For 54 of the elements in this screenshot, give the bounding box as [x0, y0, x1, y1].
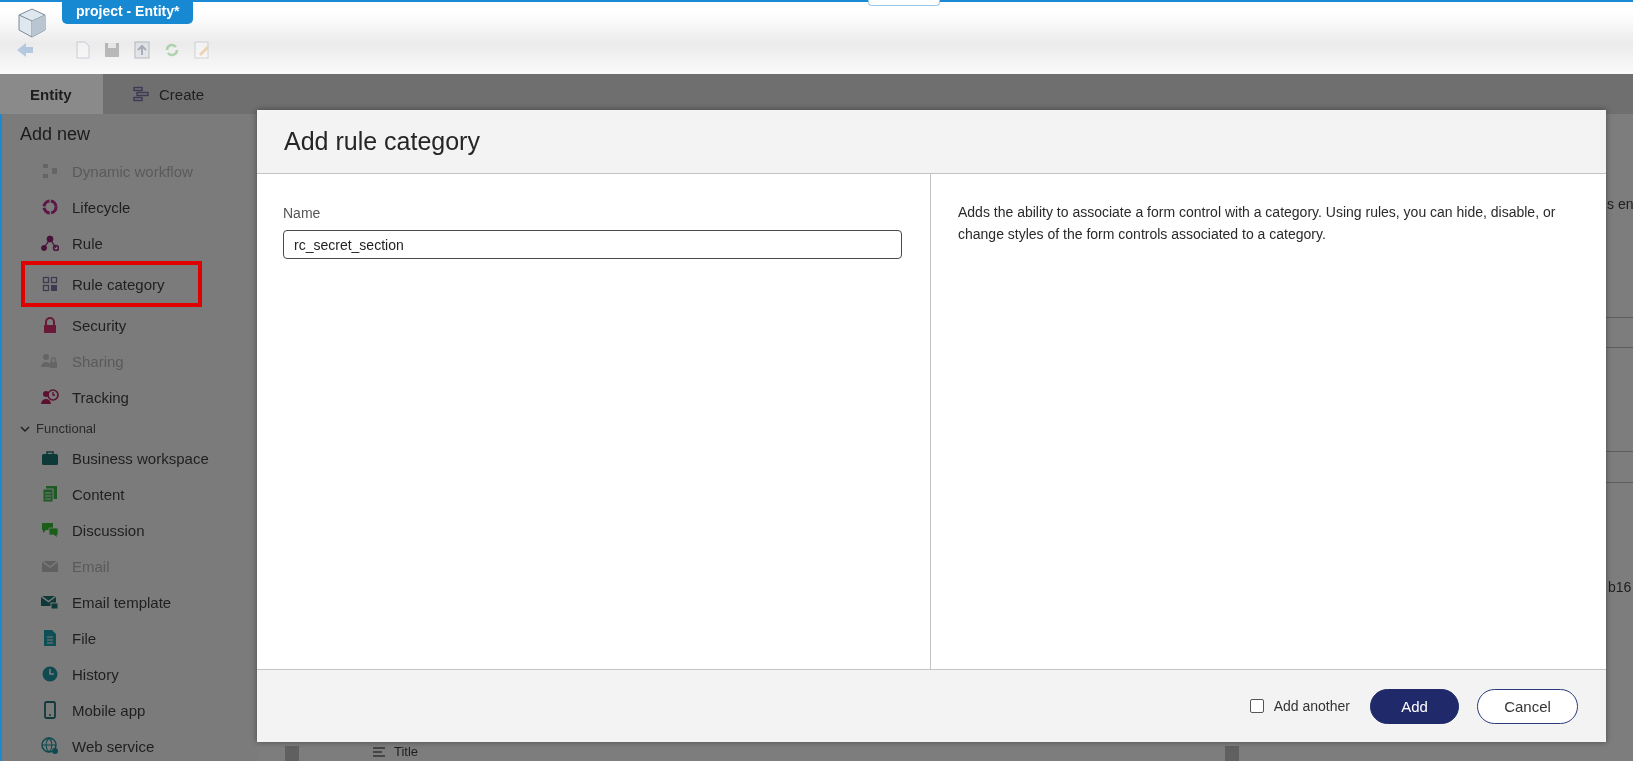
checkbox[interactable] — [1249, 699, 1264, 713]
description-text: Adds the ability to associate a form control with a category. Using rules, you can hide, disable, or change styles of the form controls associated to a category. — [957, 203, 1557, 244]
section-heading: Add new — [19, 123, 91, 146]
background-text: b16 — [1608, 579, 1632, 595]
chevron-icon — [20, 424, 30, 433]
edit-icon — [194, 41, 210, 59]
sidebar-item[interactable]: Business workspace — [2, 440, 219, 476]
sidebar-item[interactable]: Tracking — [2, 379, 139, 415]
tab[interactable]: Create — [103, 74, 225, 114]
sidebar-item[interactable]: History — [2, 656, 129, 692]
dialog-title: Add rule category — [284, 127, 480, 156]
clock-icon — [42, 666, 58, 682]
group-header[interactable]: Functional — [2, 415, 96, 440]
phone-icon — [44, 701, 56, 719]
document-icon — [43, 629, 57, 647]
sidebar-item[interactable]: Mobile app — [2, 692, 156, 728]
field-label: Name — [283, 205, 321, 221]
save-icon — [104, 42, 120, 58]
list-item-text: Title — [394, 744, 419, 759]
envelope-icon — [41, 594, 59, 610]
lock-icon — [42, 317, 58, 333]
window-title: project - Entity* — [62, 0, 194, 24]
background-text: s en — [1607, 196, 1633, 212]
sidebar-item[interactable]: Web service — [2, 728, 165, 761]
sidebar-item[interactable]: File — [2, 620, 107, 656]
document-icon — [76, 41, 90, 59]
add-button[interactable]: Add — [1370, 688, 1459, 724]
list-icon — [372, 745, 386, 758]
name-field[interactable]: rc_secret_section — [283, 230, 902, 259]
nodes-icon — [41, 235, 59, 251]
chat-icon — [41, 522, 59, 538]
sidebar-item[interactable]: Security — [2, 307, 137, 343]
documents-icon — [42, 485, 58, 503]
refresh-icon — [164, 42, 180, 58]
sidebar-item[interactable]: Rule — [2, 225, 113, 261]
sidebar-item[interactable]: Lifecycle — [2, 189, 141, 225]
user-clock-icon — [41, 389, 59, 405]
scrollbar-thumb[interactable] — [1225, 746, 1239, 761]
cube-icon — [18, 8, 46, 38]
sidebar-item[interactable]: Email template — [2, 584, 182, 620]
ring-icon — [42, 199, 58, 215]
globe-icon — [41, 737, 59, 755]
tab[interactable]: Entity — [0, 74, 103, 114]
checkbox-label: Add another — [1273, 698, 1350, 714]
highlighted-sidebar-item[interactable]: Rule category — [25, 265, 198, 303]
cancel-button[interactable]: Cancel — [1477, 688, 1578, 724]
grid-icon — [42, 276, 58, 292]
sidebar-item[interactable]: Discussion — [2, 512, 155, 548]
scrollbar-thumb[interactable] — [285, 746, 299, 761]
export-icon — [134, 41, 150, 59]
sidebar-item[interactable]: Content — [2, 476, 135, 512]
list-icon — [133, 86, 149, 102]
briefcase-icon — [41, 450, 59, 466]
envelope-icon — [42, 559, 58, 573]
